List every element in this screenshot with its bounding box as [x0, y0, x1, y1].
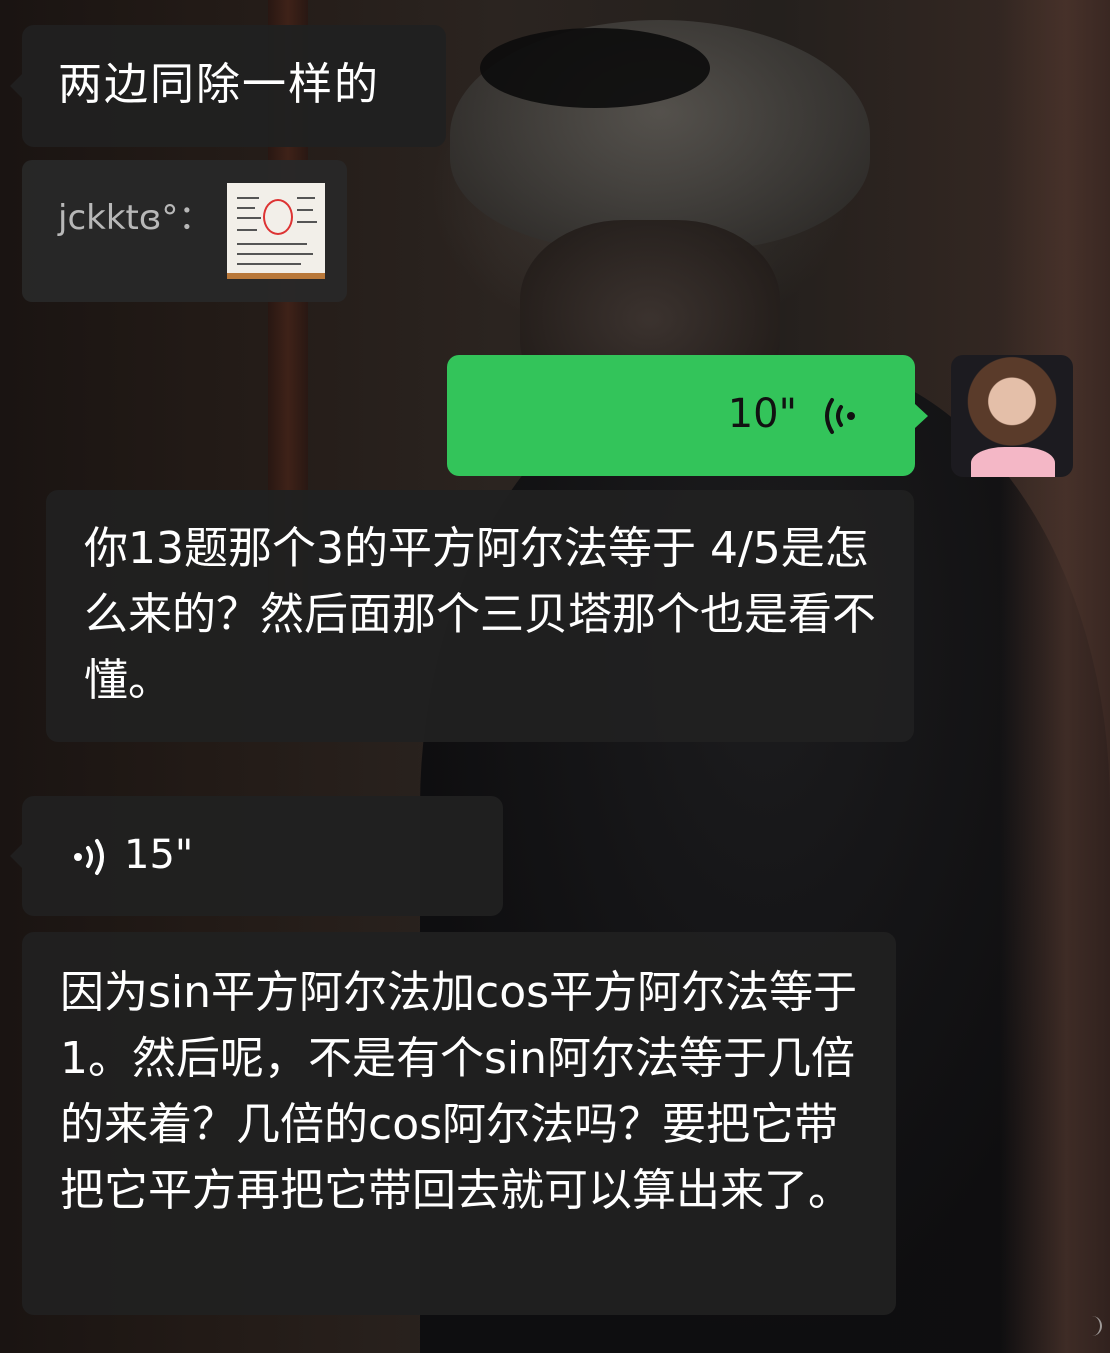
message-text: 因为sin平方阿尔法加cos平方阿尔法等于1。然后呢，不是有个sin阿尔法等于几… [60, 967, 858, 1216]
voice-message-incoming[interactable]: 15" [10, 796, 503, 916]
user-avatar[interactable] [951, 355, 1073, 477]
voice-message-outgoing[interactable]: 10" [447, 355, 928, 476]
voice-wave-icon [74, 839, 104, 875]
scroll-indicator[interactable] [1088, 1316, 1102, 1336]
background-cap [450, 20, 870, 250]
image-thumbnail-icon[interactable] [227, 183, 325, 279]
avatar-shirt [971, 447, 1055, 477]
background-sunglasses [480, 28, 710, 108]
voice-duration: 15" [124, 832, 194, 878]
voice-duration: 10" [727, 391, 797, 437]
background-wall [1000, 0, 1110, 1353]
message-bubble-incoming[interactable]: 你13题那个3的平方阿尔法等于 4/5是怎么来的？然后面那个三贝塔那个也是看不懂… [46, 490, 914, 742]
quote-sender-name: jckktɞ°： [58, 198, 213, 238]
quoted-message[interactable]: jckktɞ°： [22, 160, 347, 302]
message-bubble-incoming[interactable]: 因为sin平方阿尔法加cos平方阿尔法等于1。然后呢，不是有个sin阿尔法等于几… [22, 932, 896, 1315]
message-text: 你13题那个3的平方阿尔法等于 4/5是怎么来的？然后面那个三贝塔那个也是看不懂… [84, 523, 876, 706]
message-text: 两边同除一样的 [58, 59, 380, 110]
message-bubble-incoming[interactable]: 两边同除一样的 [10, 25, 446, 147]
voice-wave-icon [825, 398, 855, 434]
